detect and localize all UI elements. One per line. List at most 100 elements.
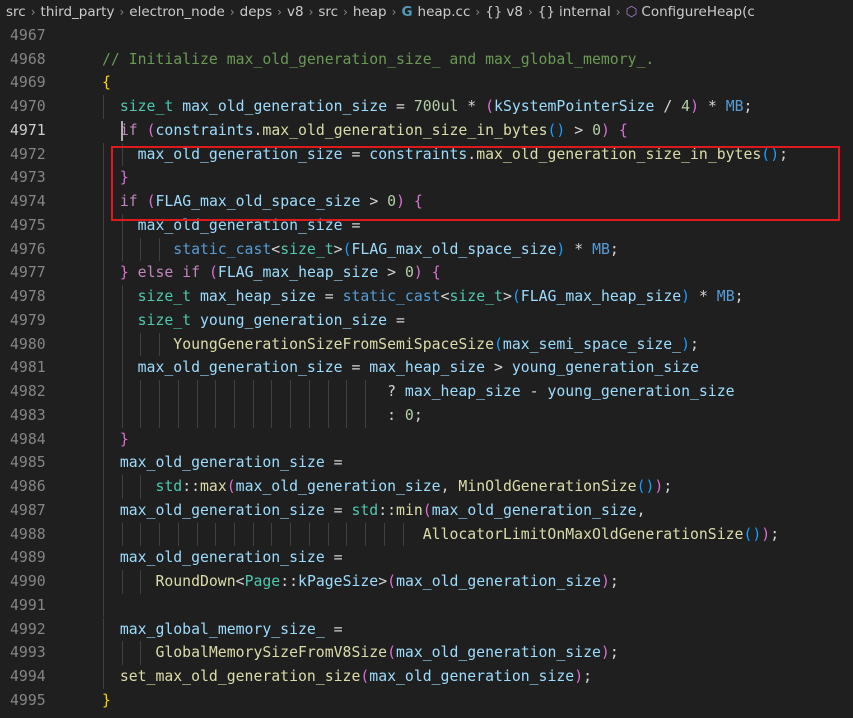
- breadcrumb-item[interactable]: v8: [287, 4, 304, 20]
- code-line[interactable]: 4974 if (FLAG_max_old_space_size > 0) {: [0, 190, 853, 214]
- breadcrumb-item[interactable]: third_party: [41, 4, 115, 20]
- code-line[interactable]: 4981 max_old_generation_size = max_heap_…: [0, 356, 853, 381]
- code-line[interactable]: 4971 if (constraints.max_old_generation_…: [0, 119, 853, 143]
- code-line[interactable]: 4990 RoundDown<Page::kPageSize>(max_old_…: [0, 570, 853, 594]
- code-text: }: [102, 428, 129, 452]
- code-token: {: [413, 193, 423, 211]
- code-token: ): [600, 644, 610, 662]
- code-token: young_generation_size: [511, 359, 699, 377]
- code-token: min: [396, 501, 423, 519]
- code-token: constraints: [155, 121, 254, 139]
- code-line[interactable]: 4993 GlobalMemorySizeFromV8Size(max_old_…: [0, 641, 853, 665]
- line-number: 4986: [10, 478, 46, 496]
- code-line[interactable]: 4991: [0, 593, 853, 618]
- namespace-icon: {}: [537, 4, 555, 20]
- code-token: >: [360, 193, 388, 211]
- code-token: ;: [609, 644, 619, 662]
- line-number: 4992: [10, 620, 46, 638]
- code-token: size_t: [137, 288, 192, 306]
- code-token: >: [378, 264, 405, 282]
- code-token: ,: [440, 478, 459, 496]
- breadcrumb-item[interactable]: internal: [559, 4, 611, 20]
- code-text: std::max(max_old_generation_size, MinOld…: [102, 475, 672, 499]
- breadcrumb-item[interactable]: heap.cc: [418, 4, 471, 20]
- code-editor[interactable]: 4967 4968 // Initialize max_old_generation…: [0, 24, 853, 718]
- code-text: : 0;: [102, 404, 423, 428]
- breadcrumb-item[interactable]: src: [318, 4, 338, 20]
- code-token: /: [654, 98, 682, 116]
- code-token: (: [387, 644, 396, 662]
- code-line[interactable]: 4994 set_max_old_generation_size(max_old…: [0, 664, 853, 689]
- chevron-right-icon: ›: [30, 5, 36, 19]
- code-line[interactable]: 4973 }: [0, 166, 853, 191]
- code-line[interactable]: 4980 YoungGenerationSizeFromSemiSpaceSiz…: [0, 332, 853, 357]
- code-token: max_old_generation_size: [431, 501, 637, 519]
- breadcrumb-item[interactable]: deps: [240, 4, 272, 20]
- code-token: (: [146, 121, 156, 139]
- code-line[interactable]: 4972 max_old_generation_size = constrain…: [0, 142, 853, 167]
- code-line[interactable]: 4986 std::max(max_old_generation_size, M…: [0, 475, 853, 499]
- line-number: 4977: [10, 264, 46, 282]
- code-token: ;: [770, 525, 780, 543]
- code-token: =: [342, 145, 370, 163]
- code-token: =: [324, 620, 343, 638]
- code-token: }: [102, 691, 111, 709]
- code-line[interactable]: 4987 max_old_generation_size = std::min(…: [0, 498, 853, 523]
- code-line[interactable]: 4982 ? max_heap_size - young_generation_…: [0, 380, 853, 404]
- code-token: std: [351, 501, 379, 519]
- code-line[interactable]: 4967: [0, 24, 853, 48]
- code-token: FLAG_max_old_space_size: [155, 193, 361, 211]
- code-line[interactable]: 4995}: [0, 689, 853, 713]
- code-line[interactable]: 4977 } else if (FLAG_max_heap_size > 0) …: [0, 261, 853, 286]
- breadcrumb-item[interactable]: electron_node: [129, 4, 225, 20]
- code-line[interactable]: 4988 AllocatorLimitOnMaxOldGenerationSiz…: [0, 522, 853, 547]
- code-text: AllocatorLimitOnMaxOldGenerationSize());: [102, 523, 779, 547]
- code-line[interactable]: 4984 }: [0, 427, 853, 452]
- code-line[interactable]: 4968 // Initialize max_old_generation_siz…: [0, 48, 853, 72]
- code-token: }: [119, 264, 129, 282]
- cpp-file-icon: G: [401, 4, 413, 20]
- code-token: (: [485, 98, 495, 116]
- code-token: if: [119, 193, 138, 211]
- code-token: 0: [405, 264, 414, 282]
- code-token: max_old_generation_size: [137, 145, 343, 163]
- code-token: (: [342, 240, 352, 258]
- code-line[interactable]: 4969 {: [0, 71, 853, 95]
- code-token: .: [467, 145, 477, 163]
- breadcrumb-item[interactable]: ConfigureHeap(c: [641, 4, 754, 20]
- chevron-right-icon: ›: [391, 5, 397, 19]
- code-line[interactable]: 4992 max_global_memory_size_ =: [0, 617, 853, 642]
- line-number: 4984: [10, 430, 46, 448]
- breadcrumb-item[interactable]: heap: [353, 4, 387, 20]
- code-token: ;: [609, 240, 619, 258]
- code-line[interactable]: 4975 max_old_generation_size =: [0, 213, 853, 238]
- line-number: 4990: [10, 573, 46, 591]
- code-line[interactable]: 4970 size_t max_old_generation_size = 70…: [0, 95, 853, 119]
- code-line[interactable]: 4976 static_cast<size_t>(FLAG_max_old_sp…: [0, 237, 853, 262]
- code-line[interactable]: 4978 size_t max_heap_size = static_cast<…: [0, 285, 853, 309]
- code-line[interactable]: 4989 max_old_generation_size =: [0, 546, 853, 570]
- code-token: =: [387, 98, 414, 116]
- text-cursor: [121, 120, 123, 141]
- breadcrumb-item[interactable]: v8: [506, 4, 523, 20]
- code-line[interactable]: 4983 : 0;: [0, 403, 853, 428]
- code-line[interactable]: 4979 size_t young_generation_size =: [0, 308, 853, 333]
- line-number: 4987: [10, 501, 46, 519]
- code-line[interactable]: 4985 max_old_generation_size =: [0, 451, 853, 476]
- line-number: 4993: [10, 644, 46, 662]
- code-token: =: [387, 311, 405, 329]
- code-token: 700ul: [413, 98, 459, 116]
- breadcrumb-item[interactable]: src: [6, 4, 26, 20]
